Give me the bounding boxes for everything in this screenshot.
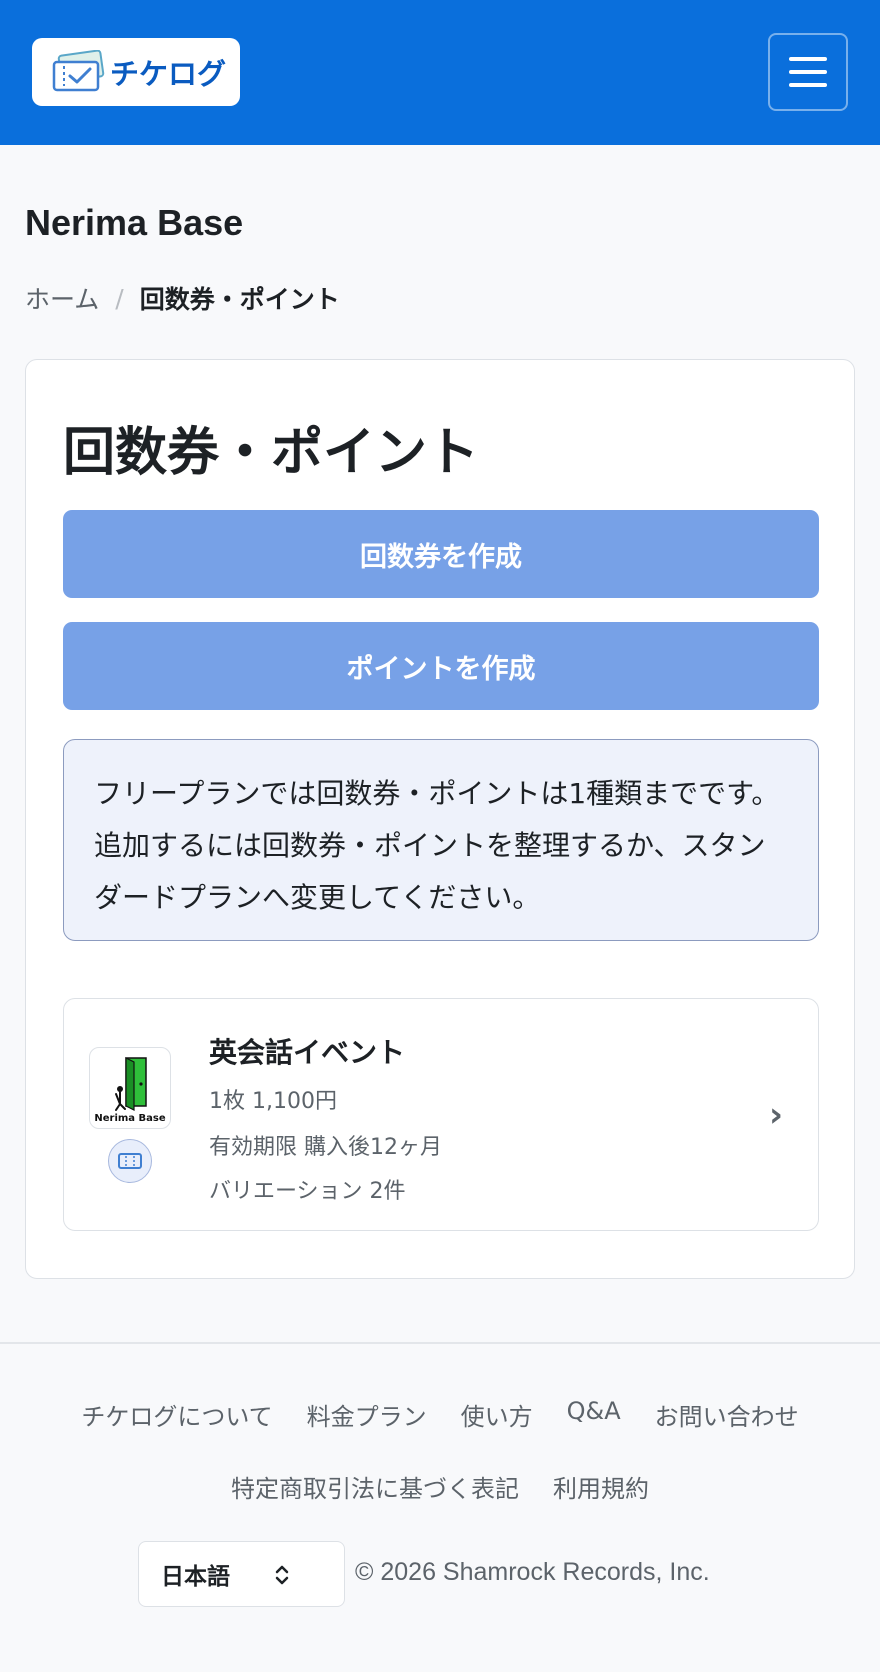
logo-text: チケログ <box>110 57 227 91</box>
footer-link-terms[interactable]: 利用規約 <box>553 1469 649 1504</box>
page-title: 回数券・ポイント <box>63 423 480 483</box>
hamburger-line <box>789 83 827 87</box>
ticket-icon <box>108 1139 152 1183</box>
ticket-variations: バリエーション 2件 <box>209 1179 406 1204</box>
hamburger-menu-button[interactable] <box>768 33 848 111</box>
footer-link-faq[interactable]: Q&A <box>567 1397 621 1432</box>
footer-link-pricing[interactable]: 料金プラン <box>307 1397 427 1432</box>
ticket-logo-icon <box>52 50 105 92</box>
footer-divider <box>0 1342 880 1344</box>
footer-link-howto[interactable]: 使い方 <box>461 1397 533 1432</box>
chevron-updown-icon <box>275 1565 289 1585</box>
language-select-value: 日本語 <box>161 1564 230 1590</box>
ticket-thumbnail: Nerima Base <box>89 1047 171 1129</box>
footer-link-commerce-law[interactable]: 特定商取引法に基づく表記 <box>231 1469 519 1504</box>
footer-links-primary: チケログについて 料金プラン 使い方 Q&A お問い合わせ <box>0 1397 880 1432</box>
tickets-points-card: 回数券・ポイント 回数券を作成 ポイントを作成 フリープランでは回数券・ポイント… <box>25 359 855 1279</box>
breadcrumb-current: 回数券・ポイント <box>139 285 340 314</box>
ticket-name: 英会話イベント <box>209 1036 406 1069</box>
language-select[interactable]: 日本語 <box>138 1541 345 1607</box>
ticket-price: 1枚 1,100円 <box>209 1089 337 1114</box>
copyright-text: © 2026 Shamrock Records, Inc. <box>355 1558 710 1586</box>
footer-link-about[interactable]: チケログについて <box>81 1397 272 1432</box>
organization-name: Nerima Base <box>25 202 244 243</box>
create-point-button[interactable]: ポイントを作成 <box>63 622 819 710</box>
breadcrumb-home-link[interactable]: ホーム <box>25 280 99 316</box>
ticket-expiry: 有効期限 購入後12ヶ月 <box>209 1135 442 1160</box>
hamburger-line <box>789 70 827 74</box>
thumbnail-caption: Nerima Base <box>94 1113 166 1124</box>
footer-link-contact[interactable]: お問い合わせ <box>655 1397 799 1432</box>
free-plan-notice: フリープランでは回数券・ポイントは1種類までです。追加するには回数券・ポイントを… <box>63 739 819 941</box>
ticket-list-item[interactable]: Nerima Base 英会話イベント 1枚 1,100円 有効期限 購入後12… <box>63 998 819 1231</box>
create-ticket-button[interactable]: 回数券を作成 <box>63 510 819 598</box>
logo[interactable]: チケログ <box>32 38 240 106</box>
footer-links-legal: 特定商取引法に基づく表記 利用規約 <box>0 1469 880 1504</box>
app-header: チケログ <box>0 0 880 145</box>
breadcrumb: ホーム / 回数券・ポイント <box>25 280 340 316</box>
breadcrumb-separator: / <box>115 283 124 313</box>
hamburger-line <box>789 57 827 61</box>
chevron-right-icon: › <box>769 1095 784 1135</box>
